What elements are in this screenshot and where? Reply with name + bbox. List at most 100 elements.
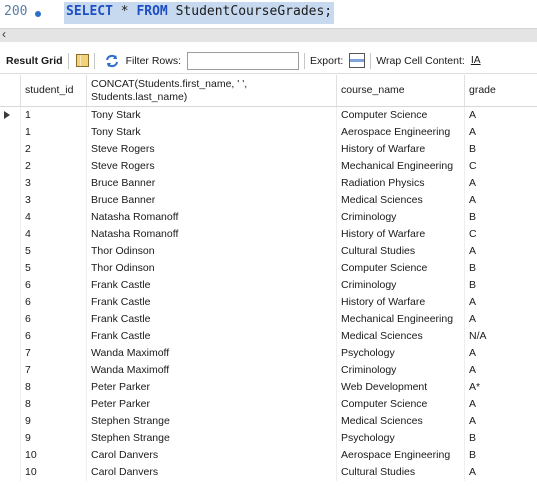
row-indicator[interactable] [0, 141, 21, 158]
cell-course-name[interactable]: Mechanical Engineering [337, 311, 465, 328]
cell-student-id[interactable]: 1 [21, 107, 87, 124]
table-row[interactable]: 2 Steve Rogers History of Warfare B [0, 141, 537, 158]
cell-course-name[interactable]: Radiation Physics [337, 175, 465, 192]
cell-grade[interactable]: B [465, 430, 537, 447]
row-indicator[interactable] [0, 209, 21, 226]
cell-course-name[interactable]: Mechanical Engineering [337, 158, 465, 175]
row-indicator[interactable] [0, 328, 21, 345]
table-row[interactable]: 10 Carol Danvers Cultural Studies A [0, 464, 537, 481]
cell-grade[interactable]: N/A [465, 328, 537, 345]
cell-grade[interactable]: B [465, 447, 537, 464]
cell-grade[interactable]: A [465, 464, 537, 481]
cell-course-name[interactable]: History of Warfare [337, 141, 465, 158]
cell-grade[interactable]: A [465, 243, 537, 260]
cell-student-id[interactable]: 6 [21, 294, 87, 311]
cell-course-name[interactable]: History of Warfare [337, 226, 465, 243]
table-row[interactable]: 4 Natasha Romanoff History of Warfare C [0, 226, 537, 243]
cell-full-name[interactable]: Thor Odinson [87, 260, 337, 277]
table-row[interactable]: 4 Natasha Romanoff Criminology B [0, 209, 537, 226]
cell-course-name[interactable]: Psychology [337, 430, 465, 447]
table-row[interactable]: 3 Bruce Banner Radiation Physics A [0, 175, 537, 192]
table-row[interactable]: 9 Stephen Strange Psychology B [0, 430, 537, 447]
cell-grade[interactable]: C [465, 226, 537, 243]
cell-grade[interactable]: A* [465, 379, 537, 396]
column-header-student-id[interactable]: student_id [21, 75, 87, 106]
cell-course-name[interactable]: Computer Science [337, 107, 465, 124]
cell-student-id[interactable]: 4 [21, 226, 87, 243]
row-indicator[interactable] [0, 260, 21, 277]
row-indicator[interactable] [0, 107, 21, 124]
cell-course-name[interactable]: Medical Sciences [337, 192, 465, 209]
cell-full-name[interactable]: Frank Castle [87, 311, 337, 328]
cell-grade[interactable]: A [465, 294, 537, 311]
cell-course-name[interactable]: Aerospace Engineering [337, 447, 465, 464]
cell-full-name[interactable]: Frank Castle [87, 277, 337, 294]
cell-grade[interactable]: A [465, 413, 537, 430]
cell-course-name[interactable]: Computer Science [337, 396, 465, 413]
cell-full-name[interactable]: Wanda Maximoff [87, 362, 337, 379]
export-icon[interactable] [349, 53, 366, 68]
scroll-left-icon[interactable]: ‹ [2, 27, 6, 41]
cell-grade[interactable]: A [465, 345, 537, 362]
cell-student-id[interactable]: 7 [21, 345, 87, 362]
cell-grade[interactable]: B [465, 277, 537, 294]
column-header-grade[interactable]: grade [465, 75, 537, 106]
cell-full-name[interactable]: Wanda Maximoff [87, 345, 337, 362]
cell-student-id[interactable]: 6 [21, 311, 87, 328]
cell-full-name[interactable]: Bruce Banner [87, 192, 337, 209]
cell-course-name[interactable]: Criminology [337, 277, 465, 294]
table-row[interactable]: 3 Bruce Banner Medical Sciences A [0, 192, 537, 209]
cell-student-id[interactable]: 2 [21, 158, 87, 175]
result-grid-icon[interactable] [75, 54, 89, 67]
table-row[interactable]: 7 Wanda Maximoff Criminology A [0, 362, 537, 379]
table-row[interactable]: 2 Steve Rogers Mechanical Engineering C [0, 158, 537, 175]
cell-full-name[interactable]: Peter Parker [87, 379, 337, 396]
cell-student-id[interactable]: 3 [21, 175, 87, 192]
filter-rows-input[interactable] [187, 51, 300, 70]
table-row[interactable]: 1 Tony Stark Computer Science A [0, 107, 537, 124]
cell-grade[interactable]: A [465, 362, 537, 379]
table-row[interactable]: 9 Stephen Strange Medical Sciences A [0, 413, 537, 430]
cell-full-name[interactable]: Steve Rogers [87, 141, 337, 158]
cell-student-id[interactable]: 10 [21, 447, 87, 464]
cell-full-name[interactable]: Natasha Romanoff [87, 209, 337, 226]
table-row[interactable]: 8 Peter Parker Computer Science A [0, 396, 537, 413]
cell-grade[interactable]: A [465, 124, 537, 141]
cell-full-name[interactable]: Stephen Strange [87, 430, 337, 447]
row-indicator[interactable] [0, 413, 21, 430]
editor-horizontal-scrollbar[interactable]: ‹ [0, 27, 537, 42]
row-indicator[interactable] [0, 345, 21, 362]
cell-student-id[interactable]: 9 [21, 413, 87, 430]
column-header-course-name[interactable]: course_name [337, 75, 465, 106]
table-row[interactable]: 7 Wanda Maximoff Psychology A [0, 345, 537, 362]
row-indicator[interactable] [0, 277, 21, 294]
cell-grade[interactable]: C [465, 158, 537, 175]
cell-full-name[interactable]: Carol Danvers [87, 464, 337, 481]
cell-course-name[interactable]: Criminology [337, 362, 465, 379]
row-indicator[interactable] [0, 158, 21, 175]
cell-student-id[interactable]: 1 [21, 124, 87, 141]
table-row[interactable]: 6 Frank Castle Criminology B [0, 277, 537, 294]
cell-full-name[interactable]: Carol Danvers [87, 447, 337, 464]
table-row[interactable]: 6 Frank Castle Mechanical Engineering A [0, 311, 537, 328]
cell-student-id[interactable]: 6 [21, 277, 87, 294]
cell-course-name[interactable]: Computer Science [337, 260, 465, 277]
cell-full-name[interactable]: Natasha Romanoff [87, 226, 337, 243]
row-indicator[interactable] [0, 379, 21, 396]
table-row[interactable]: 10 Carol Danvers Aerospace Engineering B [0, 447, 537, 464]
refresh-filter-icon[interactable] [104, 54, 120, 68]
cell-student-id[interactable]: 5 [21, 243, 87, 260]
row-indicator[interactable] [0, 294, 21, 311]
cell-full-name[interactable]: Stephen Strange [87, 413, 337, 430]
cell-grade[interactable]: A [465, 192, 537, 209]
cell-course-name[interactable]: Web Development [337, 379, 465, 396]
wrap-cell-content-icon[interactable]: IA [471, 55, 481, 66]
row-indicator[interactable] [0, 175, 21, 192]
result-grid[interactable]: student_id CONCAT(Students.first_name, '… [0, 75, 537, 481]
cell-grade[interactable]: A [465, 396, 537, 413]
cell-course-name[interactable]: Psychology [337, 345, 465, 362]
cell-student-id[interactable]: 6 [21, 328, 87, 345]
row-indicator[interactable] [0, 362, 21, 379]
cell-student-id[interactable]: 3 [21, 192, 87, 209]
row-indicator[interactable] [0, 192, 21, 209]
